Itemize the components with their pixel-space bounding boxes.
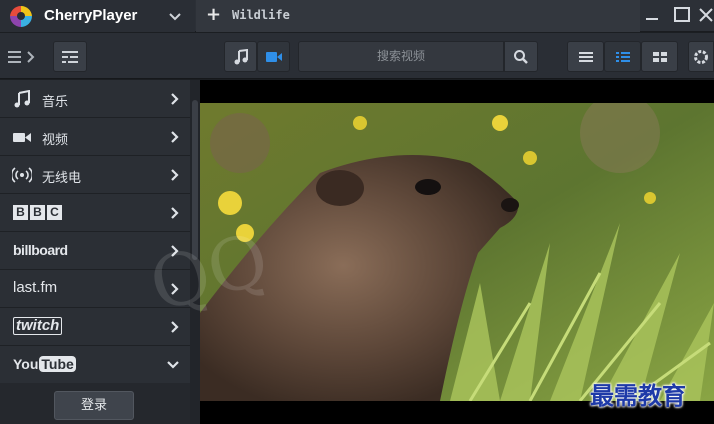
- video-camera-icon: [13, 133, 31, 142]
- sidebar-item-music[interactable]: 音乐: [0, 80, 190, 118]
- chevron-down-icon[interactable]: [167, 8, 183, 24]
- sidebar-item-label: 无线电: [42, 171, 82, 186]
- chevron-down-icon: [167, 361, 179, 369]
- chevron-right-icon: [171, 169, 179, 181]
- video-mode-button[interactable]: [257, 41, 290, 72]
- music-mode-button[interactable]: [224, 41, 257, 72]
- sidebar-toggle-icon[interactable]: [6, 49, 40, 65]
- tab-wildlife[interactable]: + Wildlife: [196, 0, 640, 32]
- gear-icon: [694, 49, 708, 64]
- lastfm-logo: last.fm: [13, 279, 58, 296]
- sidebar-item-youtube[interactable]: You Tube: [0, 346, 190, 384]
- chevron-right-icon: [171, 207, 179, 219]
- video-frame-marmot[interactable]: [200, 103, 714, 401]
- playlist-button[interactable]: [53, 41, 87, 72]
- close-icon[interactable]: [696, 6, 714, 24]
- maximize-icon[interactable]: [672, 6, 692, 24]
- sidebar-item-radio[interactable]: 无线电: [0, 156, 190, 194]
- title-bar: CherryPlayer + Wildlife: [0, 0, 714, 32]
- radio-icon: [12, 167, 32, 183]
- music-note-icon: [234, 48, 248, 64]
- list-view-icon: [578, 51, 593, 62]
- detail-list-icon: [615, 51, 630, 62]
- app-title: CherryPlayer: [44, 7, 138, 24]
- cherry-logo-icon: [10, 5, 32, 27]
- new-tab-button[interactable]: +: [206, 6, 221, 24]
- login-button[interactable]: 登录: [54, 391, 134, 420]
- sidebar-item-label: 音乐: [42, 95, 69, 110]
- app-menu[interactable]: CherryPlayer: [0, 0, 195, 32]
- search-input[interactable]: 搜索视频: [298, 41, 504, 72]
- bbc-logo: B B C: [13, 205, 62, 220]
- search-button[interactable]: [504, 41, 538, 72]
- grid-view-icon: [652, 51, 667, 62]
- video-camera-icon: [265, 51, 282, 62]
- detail-view-button[interactable]: [604, 41, 641, 72]
- chevron-right-icon: [171, 93, 179, 105]
- settings-button[interactable]: [688, 41, 714, 72]
- cherryplayer-window: CherryPlayer + Wildlife 搜索视频 音乐 视频 无线电 B…: [0, 0, 714, 424]
- list-view-button[interactable]: [567, 41, 604, 72]
- youtube-logo: You Tube: [13, 356, 76, 372]
- music-note-icon: [14, 90, 30, 108]
- watermark-text: 最需教育: [590, 381, 686, 410]
- playlist-icon: [62, 50, 78, 63]
- login-area: 登录: [0, 383, 190, 424]
- search-icon: [514, 49, 528, 64]
- sidebar-item-bbc[interactable]: B B C: [0, 194, 190, 232]
- sidebar-item-label: 视频: [42, 133, 69, 148]
- grid-view-button[interactable]: [641, 41, 678, 72]
- sidebar-item-video[interactable]: 视频: [0, 118, 190, 156]
- twitch-logo: twitch: [13, 317, 63, 335]
- billboard-logo: billboard: [13, 242, 68, 258]
- toolbar: 搜索视频: [0, 33, 714, 79]
- chevron-right-icon: [171, 131, 179, 143]
- tab-title: Wildlife: [232, 8, 290, 22]
- minimize-icon[interactable]: [642, 6, 662, 24]
